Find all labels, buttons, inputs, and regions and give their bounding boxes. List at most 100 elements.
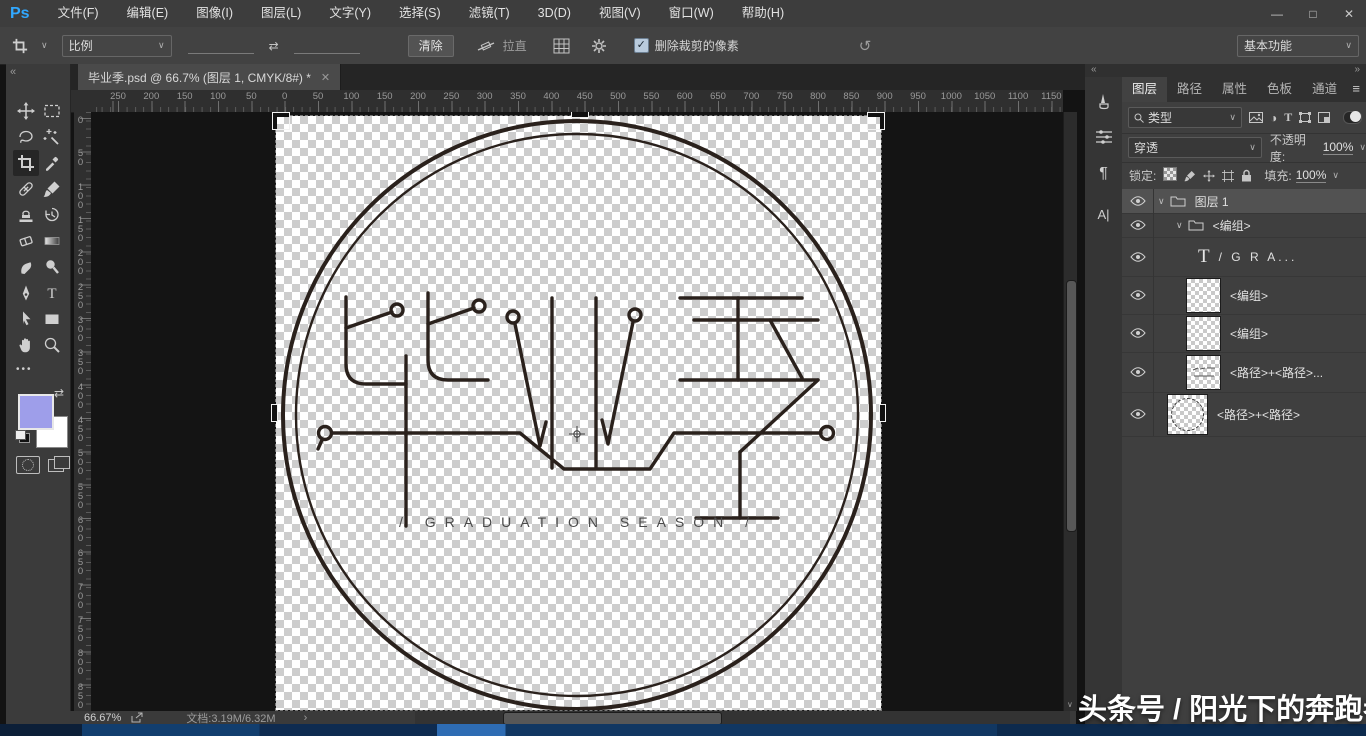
brush-settings-panel-icon[interactable] (1085, 129, 1122, 145)
export-icon[interactable] (131, 712, 144, 723)
layer-row-group-3[interactable]: <编组> (1122, 276, 1366, 315)
horizontal-scrollbar[interactable] (415, 711, 1070, 724)
layer-name[interactable]: / G R A... (1219, 250, 1298, 264)
tool-preset-chevron-icon[interactable]: ∨ (41, 40, 48, 51)
swap-dimensions-icon[interactable]: ⇄ (269, 39, 279, 53)
crop-ratio-select[interactable]: 比例∨ (62, 35, 172, 57)
magic-wand-tool[interactable] (39, 124, 65, 150)
delete-cropped-pixels-option[interactable]: ✓ 删除裁剪的像素 (634, 37, 739, 54)
layer-thumbnail[interactable] (1167, 394, 1208, 435)
layer-name[interactable]: <路径>+<路径> (1217, 406, 1300, 423)
expand-chevron-icon[interactable]: ∨ (1158, 196, 1165, 207)
shape-filter-icon[interactable] (1299, 112, 1311, 123)
tab-swatches[interactable]: 色板 (1257, 77, 1302, 102)
close-icon[interactable]: ✕ (1338, 7, 1360, 21)
menu-edit[interactable]: 编辑(E) (113, 0, 183, 27)
lock-all-icon[interactable] (1241, 169, 1252, 182)
menu-filter[interactable]: 滤镜(T) (455, 0, 524, 27)
pen-tool[interactable] (13, 280, 39, 306)
status-popup-arrow-icon[interactable]: › (304, 712, 308, 724)
fill-chevron-icon[interactable]: ∨ (1332, 170, 1339, 181)
layer-row-text[interactable]: T / G R A... (1122, 237, 1366, 277)
workspace-select[interactable]: 基本功能∨ (1237, 35, 1359, 57)
delete-cropped-checkbox[interactable]: ✓ (634, 38, 649, 53)
hand-tool[interactable] (13, 332, 39, 358)
opacity-value[interactable]: 100% (1323, 140, 1354, 155)
canvas-viewport[interactable]: / GRADUATION SEASON / (91, 112, 1063, 711)
dodge-tool[interactable] (39, 254, 65, 280)
fill-value[interactable]: 100% (1296, 168, 1327, 183)
layer-thumbnail[interactable] (1186, 316, 1221, 351)
quick-mask-icon[interactable] (16, 456, 40, 474)
type-filter-icon[interactable]: T (1284, 110, 1292, 125)
eraser-tool[interactable] (13, 228, 39, 254)
vertical-scrollbar-thumb[interactable] (1066, 280, 1077, 532)
layer-name[interactable]: 图层 1 (1195, 193, 1229, 210)
history-brush-tool[interactable] (39, 202, 65, 228)
opacity-chevron-icon[interactable]: ∨ (1359, 142, 1366, 153)
edit-toolbar-ellipsis-icon[interactable]: ••• (16, 364, 33, 375)
layer-row-shape-1[interactable]: <路径>+<路径>... (1122, 352, 1366, 393)
blend-mode-select[interactable]: 穿透∨ (1128, 137, 1262, 158)
ruler-origin-corner[interactable] (70, 90, 92, 113)
crop-handle-top-left[interactable] (273, 113, 289, 129)
swap-colors-icon[interactable]: ⇄ (54, 386, 64, 400)
rectangular-marquee-tool[interactable] (39, 98, 65, 124)
clear-button[interactable]: 清除 (408, 35, 454, 57)
menu-help[interactable]: 帮助(H) (728, 0, 798, 27)
crop-tool[interactable] (13, 150, 39, 176)
visibility-eye-icon[interactable] (1122, 392, 1154, 436)
restore-icon[interactable]: □ (1302, 7, 1324, 21)
expand-chevron-icon[interactable]: ∨ (1176, 220, 1183, 231)
panel-menu-icon[interactable]: ≡ (1352, 81, 1360, 96)
crop-height-input[interactable] (294, 37, 360, 54)
zoom-level-field[interactable]: 66.67% (84, 712, 121, 724)
lock-transparency-icon[interactable] (1163, 167, 1177, 184)
tab-close-icon[interactable]: ✕ (321, 71, 330, 84)
tab-properties[interactable]: 属性 (1212, 77, 1257, 102)
visibility-eye-icon[interactable] (1122, 213, 1154, 237)
vertical-scrollbar[interactable]: ∨ (1063, 112, 1077, 711)
collapse-tools-icon[interactable]: « (10, 66, 16, 78)
pixel-filter-icon[interactable] (1249, 112, 1263, 123)
lock-pixels-icon[interactable] (1184, 170, 1196, 182)
crop-handle-right[interactable] (880, 405, 885, 421)
layer-name[interactable]: <编组> (1230, 325, 1268, 342)
clone-stamp-tool[interactable] (13, 202, 39, 228)
vertical-ruler[interactable]: 0501001502002503003504004505005506006507… (74, 112, 92, 711)
glyphs-panel-icon[interactable]: A| (1085, 207, 1122, 222)
path-selection-tool[interactable] (13, 306, 39, 332)
crop-width-input[interactable] (188, 37, 254, 54)
layer-thumbnail[interactable] (1186, 278, 1221, 313)
menu-view[interactable]: 视图(V) (585, 0, 655, 27)
tab-channels[interactable]: 通道 (1302, 77, 1347, 102)
move-tool[interactable] (13, 98, 39, 124)
straighten-icon[interactable] (476, 38, 496, 54)
document-tab[interactable]: 毕业季.psd @ 66.7% (图层 1, CMYK/8#) * ✕ (78, 64, 341, 90)
eyedropper-tool[interactable] (39, 150, 65, 176)
crop-tool-preset-icon[interactable] (12, 38, 28, 54)
visibility-eye-icon[interactable] (1122, 237, 1154, 276)
scroll-down-icon[interactable]: ∨ (1067, 700, 1073, 709)
gradient-tool[interactable] (39, 228, 65, 254)
menu-layer[interactable]: 图层(L) (247, 0, 315, 27)
layer-name[interactable]: <编组> (1213, 217, 1251, 234)
layer-row-group-4[interactable]: <编组> (1122, 314, 1366, 353)
visibility-eye-icon[interactable] (1122, 276, 1154, 314)
reset-icon[interactable]: ↺ (859, 37, 872, 55)
crop-handle-top[interactable] (572, 112, 588, 117)
smudge-tool[interactable] (13, 254, 39, 280)
horizontal-ruler[interactable]: 2502001501005005010015020025030035040045… (91, 90, 1063, 113)
crop-settings-gear-icon[interactable] (591, 38, 607, 54)
layer-filter-toggle[interactable] (1343, 111, 1362, 124)
layer-name[interactable]: <路径>+<路径>... (1230, 364, 1323, 381)
layer-row-shape-2[interactable]: <路径>+<路径> (1122, 392, 1366, 437)
layer-row-group-1[interactable]: ∨ 图层 1 (1122, 189, 1366, 214)
zoom-tool[interactable] (39, 332, 65, 358)
menu-image[interactable]: 图像(I) (182, 0, 247, 27)
tab-paths[interactable]: 路径 (1167, 77, 1212, 102)
lock-position-icon[interactable] (1203, 170, 1215, 182)
straighten-label[interactable]: 拉直 (503, 37, 527, 54)
visibility-eye-icon[interactable] (1122, 352, 1154, 392)
type-tool[interactable]: T (39, 280, 65, 306)
